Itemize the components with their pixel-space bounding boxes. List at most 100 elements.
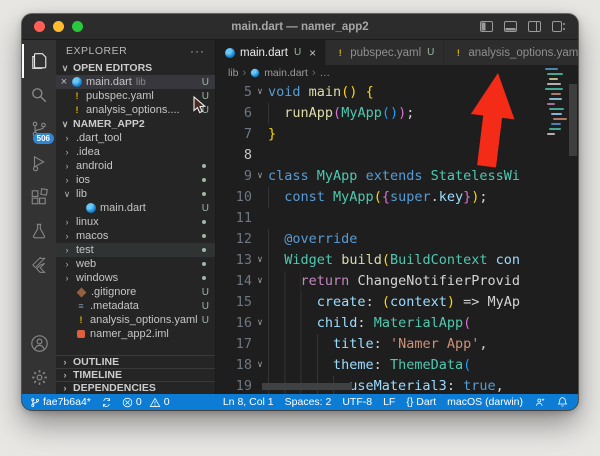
- fold-chevron-icon[interactable]: ∨: [252, 166, 268, 187]
- layout-sidebar-left-icon[interactable]: [480, 21, 493, 32]
- code-lines[interactable]: 5∨void main() {6 runApp(MyApp());7}89∨cl…: [216, 81, 578, 394]
- chevron-right-icon: ›: [312, 67, 316, 79]
- project-root-header[interactable]: ∨ NAMER_APP2: [56, 117, 215, 131]
- open-editor-row[interactable]: ×main.dartlibU: [56, 75, 215, 89]
- tree-item-.gitignore[interactable]: .gitignoreU: [56, 285, 215, 299]
- eol[interactable]: LF: [383, 396, 395, 408]
- explorer-sidebar: EXPLORER ··· ∨ OPEN EDITORS ×main.dartli…: [56, 40, 216, 394]
- beaker-icon: [30, 222, 48, 240]
- indentation[interactable]: Spaces: 2: [285, 396, 332, 408]
- tree-item-label: ios: [76, 174, 90, 186]
- layout-panel-icon[interactable]: [504, 21, 517, 32]
- untracked-badge: U: [202, 203, 209, 214]
- feedback-icon[interactable]: [534, 396, 546, 408]
- tree-item-.metadata[interactable]: ≡.metadataU: [56, 299, 215, 313]
- dart-icon: [251, 69, 260, 78]
- git-branch-icon: [30, 397, 40, 408]
- close-icon[interactable]: ×: [56, 76, 68, 88]
- activity-extensions[interactable]: [22, 180, 56, 214]
- modified-dot-icon: [202, 276, 206, 280]
- activity-source-control[interactable]: 506: [22, 112, 56, 146]
- tab-main-dart[interactable]: main.dart U ×: [216, 40, 326, 65]
- modified-dot-icon: [202, 234, 206, 238]
- activity-run-and-debug[interactable]: [22, 146, 56, 180]
- breadcrumb-item[interactable]: …: [320, 67, 331, 79]
- activity-testing[interactable]: [22, 214, 56, 248]
- activity-flutter[interactable]: [22, 248, 56, 282]
- fold-spacer: [252, 103, 268, 124]
- fold-chevron-icon[interactable]: ∨: [252, 313, 268, 334]
- untracked-badge: U: [202, 287, 209, 298]
- tree-item-web[interactable]: ›web: [56, 257, 215, 271]
- open-editor-row[interactable]: !pubspec.yamlU: [56, 89, 215, 103]
- problems-status[interactable]: 0 0: [122, 396, 170, 408]
- tree-item-label: web: [76, 258, 96, 270]
- layout-sidebar-right-icon[interactable]: [528, 21, 541, 32]
- sidebar-section-outline[interactable]: ›OUTLINE: [56, 355, 215, 368]
- line-number: 15: [216, 292, 252, 313]
- tree-item-ios[interactable]: ›ios: [56, 173, 215, 187]
- branch-status[interactable]: fae7b6a4*: [30, 396, 91, 408]
- minimize-window-button[interactable]: [53, 21, 64, 32]
- dart-icon: [225, 48, 235, 58]
- activity-accounts[interactable]: [22, 326, 56, 360]
- sidebar-bottom-sections: ›OUTLINE›TIMELINE›DEPENDENCIES: [56, 355, 215, 394]
- activity-explorer[interactable]: [22, 44, 56, 78]
- tree-item-label: namer_app2.iml: [90, 328, 169, 340]
- code-line: 13∨ Widget build(BuildContext con: [216, 250, 578, 271]
- metadata-icon: ≡: [76, 301, 86, 311]
- more-actions-icon[interactable]: ···: [190, 44, 205, 58]
- remote-os[interactable]: macOS (darwin): [447, 396, 523, 408]
- tree-item-analysis_options.yaml[interactable]: !analysis_options.yamlU: [56, 313, 215, 327]
- fold-chevron-icon[interactable]: ∨: [252, 355, 268, 376]
- activity-settings[interactable]: [22, 360, 56, 394]
- tree-item-linux[interactable]: ›linux: [56, 215, 215, 229]
- fold-chevron-icon[interactable]: ∨: [252, 271, 268, 292]
- chevron-right-icon: ›: [62, 231, 72, 241]
- zoom-window-button[interactable]: [72, 21, 83, 32]
- tree-item-test[interactable]: ›test: [56, 243, 215, 257]
- minimap[interactable]: [545, 68, 567, 138]
- sidebar-title: EXPLORER: [66, 45, 127, 57]
- open-editor-row[interactable]: !analysis_options....U: [56, 103, 215, 117]
- line-number: 11: [216, 208, 252, 229]
- close-icon[interactable]: ×: [309, 46, 316, 60]
- file-name: main.dart: [86, 76, 132, 88]
- fold-spacer: [252, 229, 268, 250]
- sidebar-section-timeline[interactable]: ›TIMELINE: [56, 368, 215, 381]
- modified-dot-icon: [202, 248, 206, 252]
- bell-icon[interactable]: [557, 396, 568, 408]
- tree-item-android[interactable]: ›android: [56, 159, 215, 173]
- open-editors-header[interactable]: ∨ OPEN EDITORS: [56, 61, 215, 75]
- sync-status[interactable]: [101, 397, 112, 408]
- breadcrumb-item[interactable]: lib: [228, 67, 239, 79]
- tree-item-windows[interactable]: ›windows: [56, 271, 215, 285]
- tree-item-label: windows: [76, 272, 118, 284]
- encoding[interactable]: UTF-8: [342, 396, 372, 408]
- title-bar[interactable]: main.dart — namer_app2: [22, 14, 578, 40]
- tree-item-namer_app2.iml[interactable]: namer_app2.iml: [56, 327, 215, 341]
- traffic-lights: [34, 21, 83, 32]
- sidebar-section-dependencies[interactable]: ›DEPENDENCIES: [56, 381, 215, 394]
- vertical-scrollbar[interactable]: [569, 84, 577, 156]
- fold-chevron-icon[interactable]: ∨: [252, 82, 268, 103]
- tree-item-lib[interactable]: ∨lib: [56, 187, 215, 201]
- tree-item-.dart_tool[interactable]: ›.dart_tool: [56, 131, 215, 145]
- breadcrumb-item[interactable]: main.dart: [264, 67, 308, 79]
- code-line: 16∨ child: MaterialApp(: [216, 313, 578, 334]
- horizontal-scrollbar[interactable]: [262, 383, 352, 390]
- untracked-badge: U: [202, 315, 209, 326]
- customize-layout-icon[interactable]: [552, 21, 565, 32]
- tree-item-main.dart[interactable]: main.dartU: [56, 201, 215, 215]
- tree-item-macos[interactable]: ›macos: [56, 229, 215, 243]
- close-window-button[interactable]: [34, 21, 45, 32]
- line-number: 13: [216, 250, 252, 271]
- code-text: Widget build(BuildContext con: [268, 250, 520, 271]
- fold-chevron-icon[interactable]: ∨: [252, 250, 268, 271]
- tree-item-.idea[interactable]: ›.idea: [56, 145, 215, 159]
- tab-analysis-options-yaml[interactable]: ! analysis_options.yaml: [444, 40, 578, 65]
- tab-pubspec-yaml[interactable]: ! pubspec.yaml U: [326, 40, 444, 65]
- activity-search[interactable]: [22, 78, 56, 112]
- language-mode[interactable]: {} Dart: [406, 396, 436, 408]
- cursor-position[interactable]: Ln 8, Col 1: [223, 396, 274, 408]
